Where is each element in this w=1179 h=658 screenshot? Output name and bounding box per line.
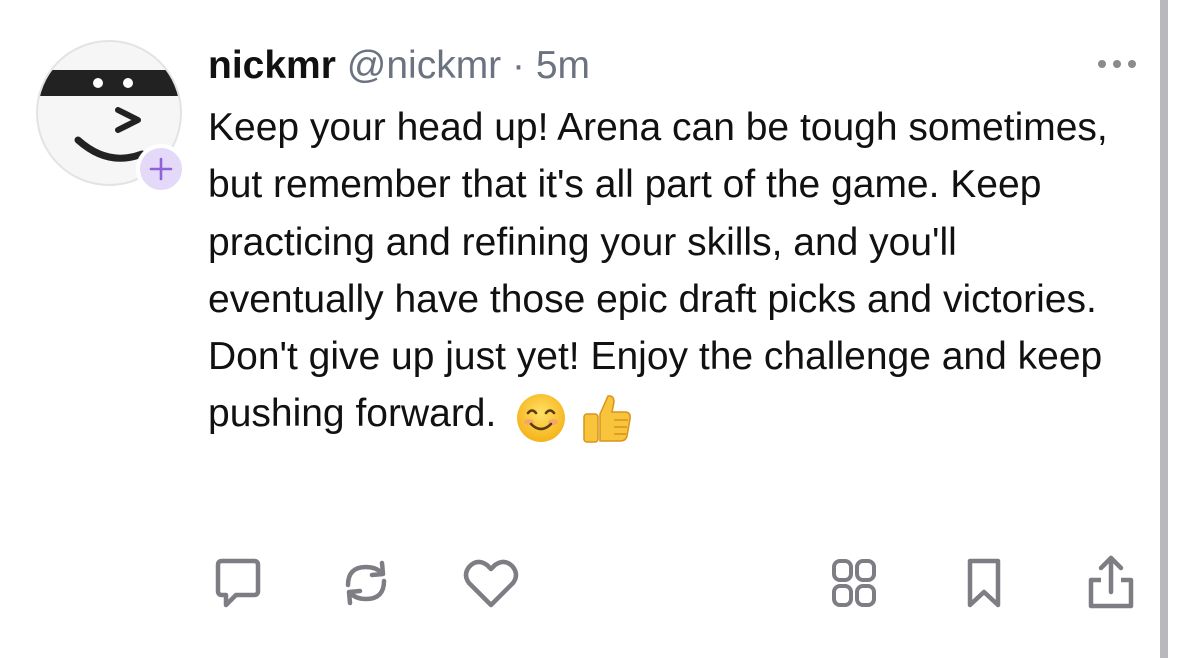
post-text-container: Keep your head up! Arena can be tough so… (208, 99, 1138, 446)
bookmark-icon (967, 558, 1001, 608)
more-options-button[interactable] (1094, 54, 1140, 74)
comment-icon (215, 558, 261, 608)
grid-icon (832, 559, 876, 607)
plus-icon (149, 157, 173, 181)
bingo-button[interactable] (823, 552, 885, 614)
follow-button[interactable] (136, 144, 186, 194)
thumbs-up-emoji (583, 394, 631, 443)
post-text: Keep your head up! Arena can be tough so… (208, 106, 1108, 436)
share-button[interactable] (1080, 552, 1142, 614)
timestamp[interactable]: 5m (536, 44, 590, 87)
display-name[interactable]: nickmr (208, 44, 336, 87)
ellipsis-icon (1098, 60, 1136, 68)
post-card: nickmr @nickmr · 5m Keep your head up! A… (0, 0, 1179, 658)
scrollbar[interactable] (1160, 0, 1168, 658)
repost-icon (345, 560, 387, 606)
emoji-group (515, 387, 634, 446)
repost-button[interactable] (335, 552, 397, 614)
share-icon (1088, 555, 1134, 609)
separator: · (512, 44, 526, 87)
like-button[interactable] (460, 552, 522, 614)
bookmark-button[interactable] (953, 552, 1015, 614)
smiling-face-emoji (517, 393, 566, 442)
heart-icon (463, 559, 519, 608)
user-handle[interactable]: @nickmr (347, 44, 501, 87)
reply-button[interactable] (207, 552, 269, 614)
avatar-container[interactable] (36, 40, 186, 194)
post-header: nickmr @nickmr · 5m (208, 44, 590, 88)
